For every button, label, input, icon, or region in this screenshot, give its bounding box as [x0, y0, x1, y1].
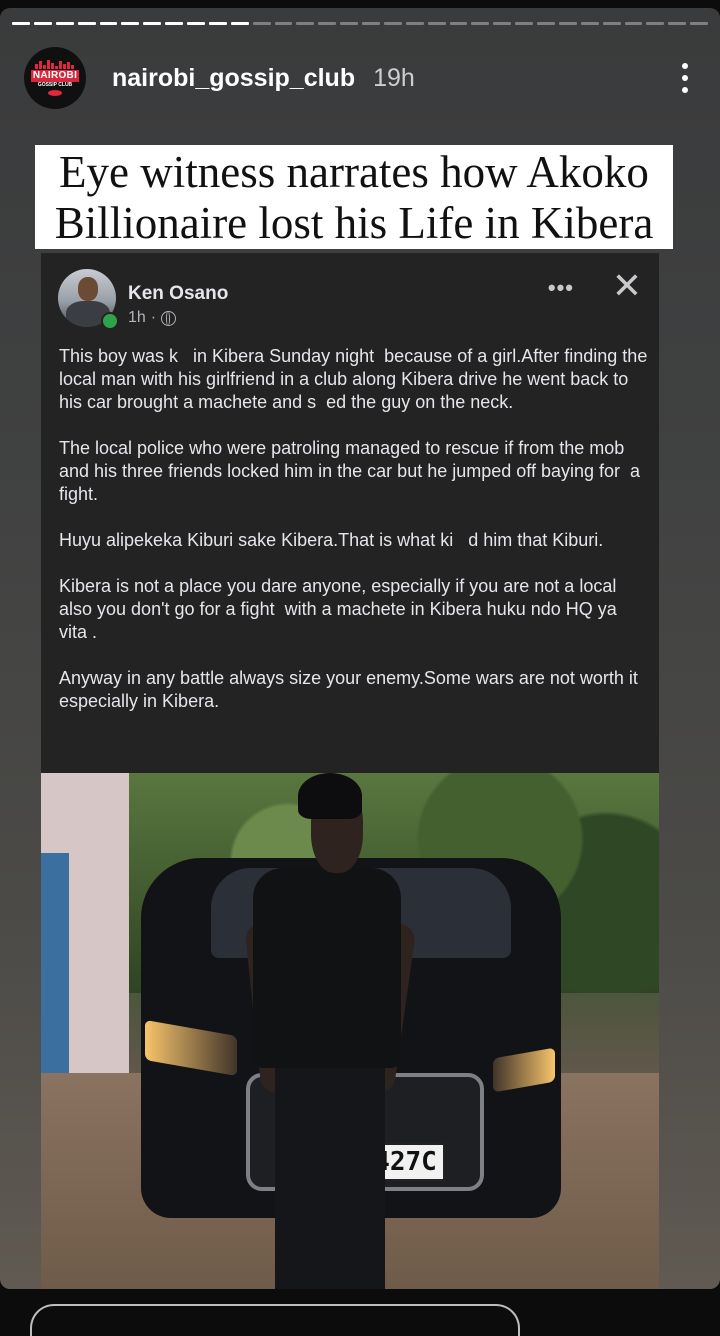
logo-text: NAIROBI [30, 70, 80, 82]
progress-segment [143, 22, 162, 25]
online-status-dot [101, 312, 119, 330]
progress-segment [55, 22, 74, 25]
progress-segment [668, 22, 687, 25]
headline-line-1: Eye witness narrates how Akoko [59, 147, 649, 197]
progress-segment [493, 22, 512, 25]
skyline-icon [35, 60, 75, 69]
post-meta: 1h · [128, 309, 177, 327]
reply-input[interactable] [30, 1304, 520, 1336]
post-paragraph: Huyu alipekeka Kiburi sake Kibera.That i… [59, 530, 604, 550]
globe-icon [161, 310, 177, 326]
progress-segment [427, 22, 446, 25]
story-username[interactable]: nairobi_gossip_club [112, 64, 355, 93]
progress-segment [340, 22, 358, 25]
progress-segment [252, 22, 271, 25]
progress-segment [558, 22, 577, 25]
post-author: Ken Osano [128, 283, 229, 304]
lips-icon [48, 90, 62, 96]
post-paragraph: Kibera is not a place you dare anyone, e… [59, 576, 622, 642]
progress-segment [33, 22, 52, 25]
progress-segment [187, 22, 205, 25]
headline-card: Eye witness narrates how Akoko Billionai… [35, 145, 673, 249]
meta-separator: · [150, 309, 157, 326]
post-header: Ken Osano 1h · ••• ✕ [58, 265, 642, 330]
progress-segment [646, 22, 665, 25]
progress-segment [77, 22, 96, 25]
progress-segment [405, 22, 424, 25]
account-avatar[interactable]: NAIROBI GOSSIP CLUB [24, 47, 86, 109]
post-paragraph: Anyway in any battle always size your en… [59, 668, 643, 711]
progress-segment [471, 22, 490, 25]
person-figure [253, 868, 401, 1068]
post-body: This boy was k in Kibera Sunday night be… [59, 345, 649, 736]
progress-segment [580, 22, 599, 25]
post-photo: 427C [41, 773, 659, 1289]
progress-segment [208, 22, 227, 25]
story-time: 19h [373, 63, 415, 92]
progress-segment [296, 22, 315, 25]
progress-segment [165, 22, 183, 25]
logo-subtext: GOSSIP CLUB [37, 82, 73, 88]
progress-segment [515, 22, 533, 25]
post-time: 1h [128, 309, 146, 326]
close-icon: ✕ [611, 265, 642, 306]
progress-segment [362, 22, 380, 25]
progress-segment [12, 22, 30, 25]
progress-segment [602, 22, 621, 25]
progress-segment [274, 22, 293, 25]
progress-segment [624, 22, 643, 25]
post-paragraph: This boy was k in Kibera Sunday night be… [59, 346, 653, 412]
story-progress-bar [12, 22, 708, 26]
progress-segment [383, 22, 402, 25]
facebook-post-screenshot: Ken Osano 1h · ••• ✕ This boy was k in K… [41, 253, 659, 773]
more-horizontal-icon: ••• [547, 275, 574, 300]
progress-segment [318, 22, 337, 25]
progress-segment [121, 22, 140, 25]
progress-segment [537, 22, 555, 25]
progress-segment [99, 22, 118, 25]
progress-segment [449, 22, 468, 25]
story-frame[interactable]: NAIROBI GOSSIP CLUB nairobi_gossip_club … [0, 8, 720, 1289]
story-header: NAIROBI GOSSIP CLUB nairobi_gossip_club … [24, 46, 700, 110]
post-paragraph: The local police who were patroling mana… [59, 438, 646, 504]
headline-line-2: Billionaire lost his Life in Kibera [54, 198, 654, 248]
progress-segment [690, 22, 708, 25]
progress-segment [230, 22, 249, 25]
more-vertical-icon[interactable] [670, 58, 700, 98]
